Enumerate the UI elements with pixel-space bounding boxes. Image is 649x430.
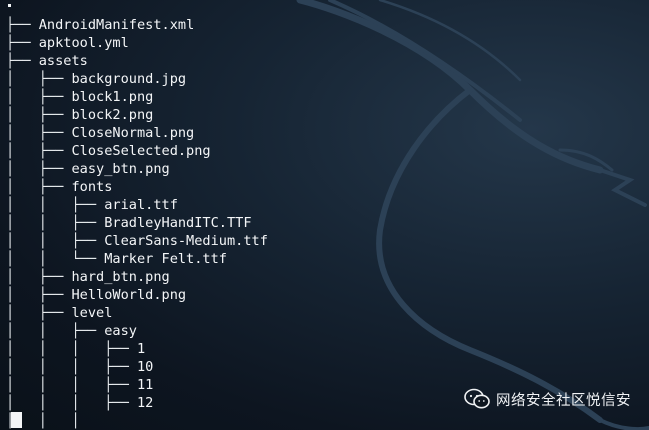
tree-branch: │ ├──	[6, 305, 72, 321]
file-name: assets	[38, 53, 88, 69]
tree-line: │ ├── block2.png	[6, 106, 153, 124]
file-name: block2.png	[71, 107, 154, 123]
tree-line: ├── assets	[6, 52, 88, 70]
tree-line: │ ├── HelloWorld.png	[6, 286, 186, 304]
tree-line: │ │ │ ├── 11	[6, 376, 153, 394]
tree-line: ├── apktool.yml	[6, 34, 129, 52]
tree-branch: │ ├──	[6, 71, 72, 87]
file-name: CloseNormal.png	[71, 125, 195, 141]
tree-line: │ │ ├── ClearSans-Medium.ttf	[6, 232, 268, 250]
tree-branch: │ │ │ ├──	[6, 395, 137, 411]
tree-branch: │ ├──	[6, 269, 72, 285]
file-name: Marker Felt.ttf	[104, 251, 227, 267]
tree-line: │ │ │ ├── 12	[6, 394, 153, 412]
tree-line: │ ├── CloseNormal.png	[6, 124, 194, 142]
tree-line: │ │ ├── BradleyHandITC.TTF	[6, 214, 252, 232]
tree-branch: │ │ ├──	[6, 233, 105, 249]
tree-branch: │ ├──	[6, 287, 72, 303]
tree-branch: │ ├──	[6, 125, 72, 141]
file-name: 11	[136, 377, 154, 393]
file-name: block1.png	[71, 89, 154, 105]
file-name: HelloWorld.png	[71, 287, 187, 303]
file-name: CloseSelected.png	[71, 143, 211, 159]
tree-line: │ ├── background.jpg	[6, 70, 186, 88]
tree-branch: │ │ │ ├──	[6, 341, 137, 357]
tree-branch: │ ├──	[6, 179, 72, 195]
tree-branch: │ ├──	[6, 107, 72, 123]
watermark: 网络安全社区悦信安	[464, 388, 631, 410]
prompt-dot	[8, 4, 11, 7]
tree-line: │ ├── block1.png	[6, 88, 153, 106]
file-name: BradleyHandITC.TTF	[104, 215, 252, 231]
file-name: apktool.yml	[38, 35, 129, 51]
tree-line: ├── AndroidManifest.xml	[6, 16, 194, 34]
tree-branch: │ │ │ ├──	[6, 359, 137, 375]
tree-branch: │ ├──	[6, 143, 72, 159]
file-name: AndroidManifest.xml	[38, 17, 195, 33]
file-name: easy_btn.png	[71, 161, 170, 177]
tree-branch: │ ├──	[6, 161, 72, 177]
file-name: 1	[136, 341, 146, 357]
tree-line: │ ├── level	[6, 304, 112, 322]
file-name: arial.ttf	[104, 197, 178, 213]
tree-branch: │ │ ├──	[6, 323, 105, 339]
tree-line: │ ├── easy_btn.png	[6, 160, 170, 178]
file-name: level	[71, 305, 113, 321]
file-name: 12	[136, 395, 154, 411]
file-name: hard_btn.png	[71, 269, 170, 285]
tree-branch: │ │ ├──	[6, 215, 105, 231]
tree-branch: ├──	[6, 17, 39, 33]
tree-branch: │ │ └──	[6, 251, 105, 267]
tree-line: │ │ ├── arial.ttf	[6, 196, 178, 214]
tree-line: │ │ ├── easy	[6, 322, 137, 340]
wechat-icon	[464, 388, 490, 409]
terminal-window[interactable]: ├── AndroidManifest.xml ├── apktool.yml ├─…	[0, 0, 649, 430]
tree-line: │ ├── fonts	[6, 178, 112, 196]
file-name: easy	[104, 323, 137, 339]
tree-line: │ │ │ ├── 10	[6, 358, 153, 376]
tree-line: │ ├── hard_btn.png	[6, 268, 170, 286]
file-name: ClearSans-Medium.ttf	[104, 233, 268, 249]
file-name: fonts	[71, 179, 113, 195]
file-name: 10	[136, 359, 154, 375]
tree-branch: │ │ │ ├──	[6, 377, 137, 393]
file-name: background.jpg	[71, 71, 187, 87]
watermark-text: 网络安全社区悦信安	[496, 392, 631, 409]
tree-branch: │ │ ├──	[6, 197, 105, 213]
tree-branch: ├──	[6, 53, 39, 69]
tree-line: │ ├── CloseSelected.png	[6, 142, 211, 160]
tree-branch: ├──	[6, 35, 39, 51]
tree-line: │ │ └── Marker Felt.ttf	[6, 250, 227, 268]
tree-line: │ │ │ ├── 1	[6, 340, 145, 358]
terminal-cursor	[11, 412, 22, 428]
tree-branch: │ ├──	[6, 89, 72, 105]
